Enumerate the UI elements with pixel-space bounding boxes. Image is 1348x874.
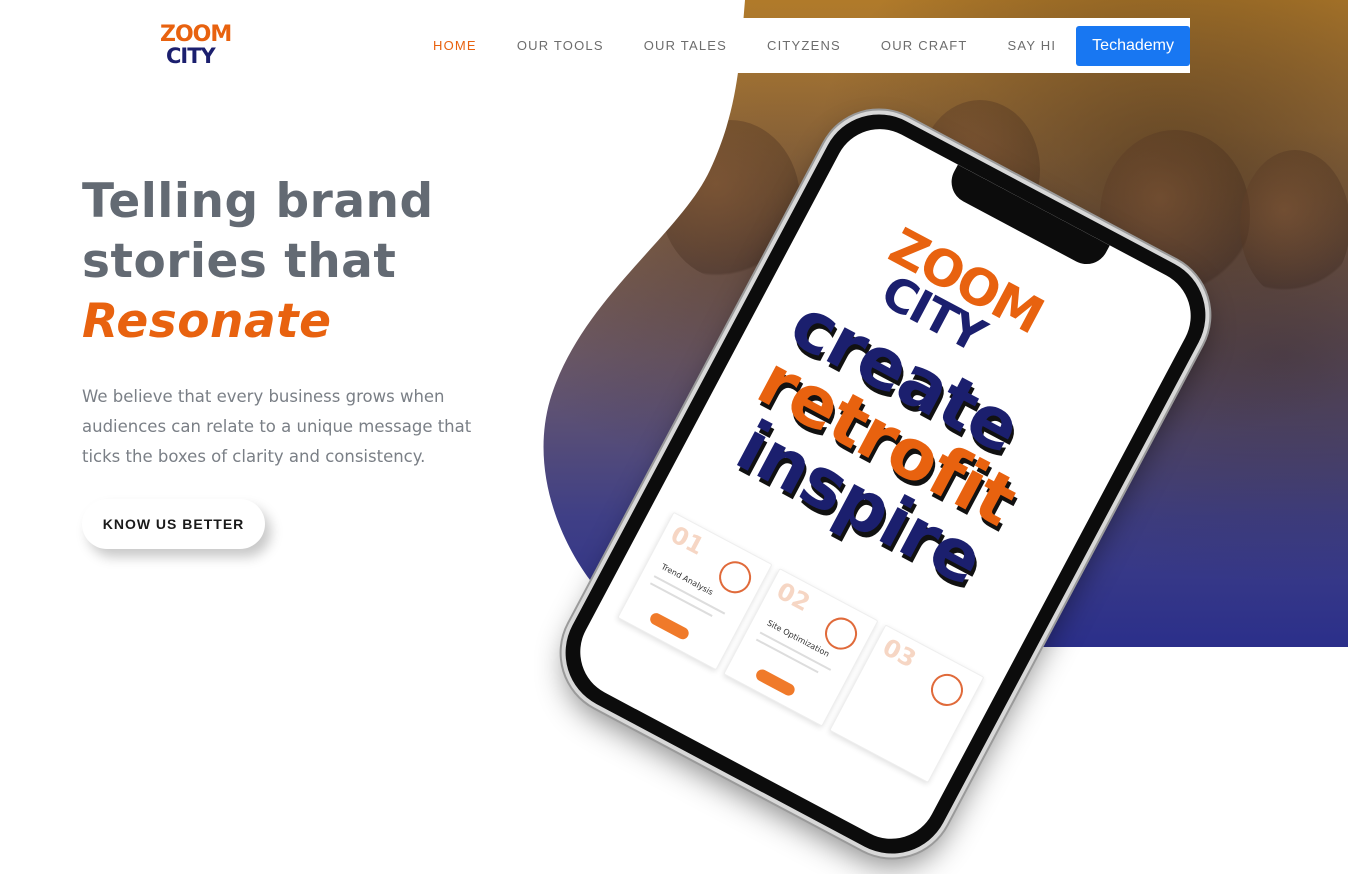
card-read-more-button: [648, 611, 691, 642]
main-navigation: HOME OUR TOOLS OUR TALES CITYZENS OUR CR…: [412, 18, 1190, 73]
techademy-button[interactable]: Techademy: [1076, 25, 1190, 66]
know-us-better-button[interactable]: KNOW US BETTER: [82, 499, 265, 549]
nav-our-tales[interactable]: OUR TALES: [644, 38, 727, 53]
card-number: 02: [772, 576, 815, 618]
nav-our-tools[interactable]: OUR TOOLS: [517, 38, 604, 53]
analysis-icon: [713, 555, 757, 599]
nav-home[interactable]: HOME: [433, 38, 477, 53]
hero-headline: Telling brand stories that Resonate: [82, 172, 434, 352]
zoomcity-logo[interactable]: ZOOM CITY: [158, 22, 252, 74]
headline-line2: stories that: [82, 234, 397, 289]
strategy-icon: [925, 668, 969, 712]
card-number: 03: [878, 633, 921, 674]
hero-description: We believe that every business grows whe…: [82, 387, 472, 466]
card-read-more-button: [754, 667, 797, 698]
card-number: 01: [666, 520, 709, 561]
person-silhouette: [1240, 150, 1348, 300]
nav-cityzens[interactable]: CITYZENS: [767, 38, 841, 53]
logo-text-line2: CITY: [166, 44, 216, 68]
nav-say-hi[interactable]: SAY HI: [1008, 38, 1057, 53]
headline-accent: Resonate: [82, 294, 332, 349]
nav-our-craft[interactable]: OUR CRAFT: [881, 38, 968, 53]
headline-line1: Telling brand: [82, 174, 434, 229]
